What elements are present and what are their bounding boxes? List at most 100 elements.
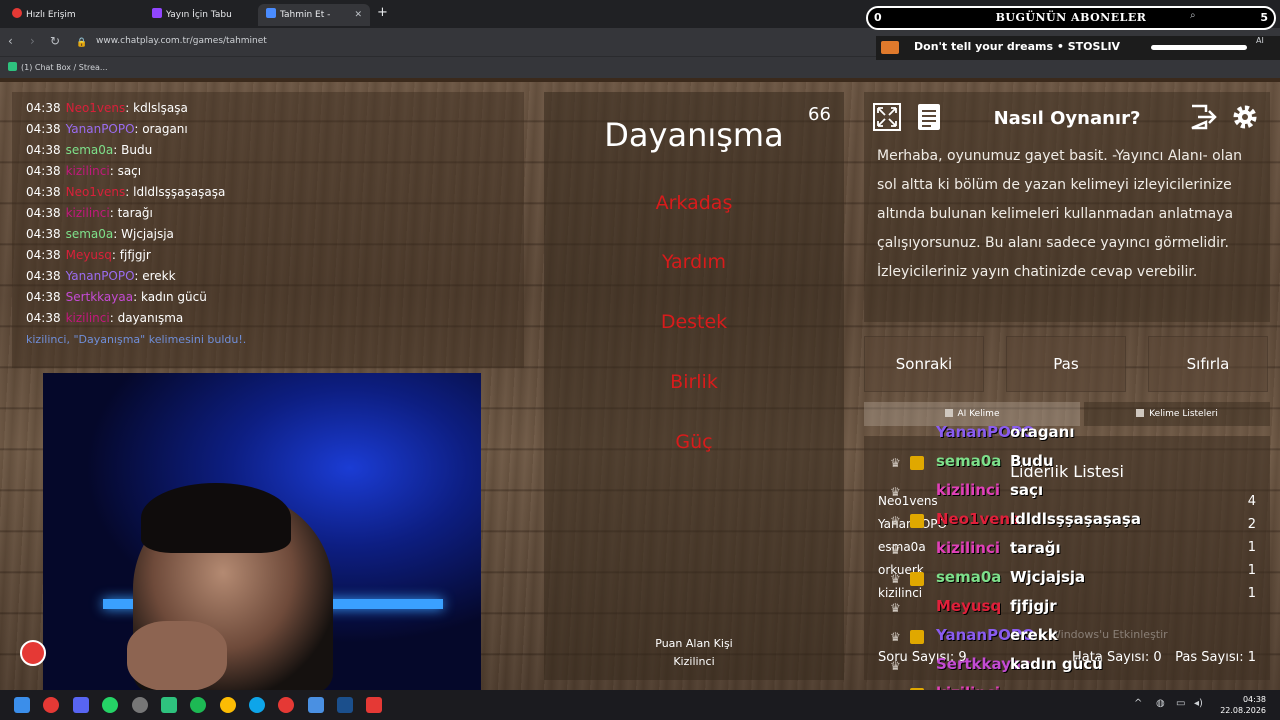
mic-icon[interactable]: ◍ [1156, 698, 1165, 709]
overlay-chat-user: Neo1vens [936, 510, 1020, 528]
tab-chatplay[interactable]: Tahmin Et - ChatPlay ✕ [258, 4, 370, 42]
exit-icon[interactable] [1188, 102, 1218, 132]
activation-watermark: Windows'u Etkinleştir [1050, 628, 1168, 641]
gear-icon[interactable] [1230, 102, 1260, 132]
scorer-label: Puan Alan Kişi [655, 637, 733, 650]
overlay-chat-msg: kadın gücü [1010, 655, 1103, 673]
chat-msg: saçı [117, 164, 142, 178]
new-tab-icon[interactable]: + [377, 6, 388, 20]
overlay-chat-user: sema0a [936, 452, 1002, 470]
crown-outline-icon: ♛ [890, 601, 901, 615]
windows-start-icon[interactable] [14, 697, 30, 713]
overlay-chat-msg: ldldlsşşaşaşaşa [1010, 510, 1141, 528]
tab-tabu[interactable]: Yayın İçin Tabu Oyna [144, 4, 256, 42]
back-icon[interactable]: ‹ [8, 34, 13, 48]
crown-outline-icon: ♛ [890, 485, 901, 499]
overlay-chat-user: sema0a [936, 568, 1002, 586]
now-playing-bar: Don't tell your dreams • STOSLIV [876, 36, 1280, 60]
leaderboard-score: 1 [1247, 540, 1256, 555]
chat-user[interactable]: kizilinci [66, 311, 110, 325]
pass-button[interactable]: Pas [1006, 336, 1126, 392]
tab-quick-access[interactable]: Hızlı Erişim [4, 4, 134, 26]
chat-line: 04:38 sema0a: Wjcjajsja [26, 226, 174, 242]
chat-user[interactable]: YananPOPO [66, 269, 135, 283]
webcam-feed [43, 373, 481, 690]
chat-msg: kadın gücü [140, 290, 207, 304]
bookmark-label: (1) Chat Box / Strea... [21, 63, 108, 72]
overlay-chat-user: kizilinci [936, 539, 1000, 557]
volume-icon[interactable]: ◂) [1194, 698, 1203, 709]
chat-user[interactable]: Sertkkayaa [66, 290, 134, 304]
subs-count-right: 5 [1260, 11, 1268, 24]
overlay-chat-msg: Budu [1010, 452, 1054, 470]
how-to-play-text: Merhaba, oyunumuz gayet basit. -Yayıncı … [877, 148, 1243, 280]
chat-msg: dayanışma [117, 311, 184, 325]
chat-user[interactable]: kizilinci [66, 206, 110, 220]
chat-time: 04:38 [26, 269, 61, 283]
overlay-chat-user: Meyusq [936, 597, 1002, 615]
chat-msg: fjfjgjr [119, 248, 151, 262]
edge-icon[interactable] [249, 697, 265, 713]
overlay-chat-msg: Wjcjajsja [1010, 568, 1086, 586]
streamer-hair [141, 483, 291, 553]
chat-user[interactable]: YananPOPO [66, 122, 135, 136]
youtube-icon[interactable] [366, 697, 382, 713]
ai-tag: AI [1256, 36, 1264, 45]
forward-icon[interactable]: › [30, 34, 35, 48]
opera-icon [12, 8, 22, 18]
reload-icon[interactable]: ↻ [50, 34, 60, 48]
clock[interactable]: 04:38 22.08.2026 [1220, 694, 1266, 716]
subscribers-banner: 0 BUGÜNÜN ABONELER 5 [866, 6, 1276, 30]
tab-label: AI Kelime [957, 409, 1000, 419]
chat-sep: : [109, 311, 118, 325]
chat-sep: : [125, 185, 134, 199]
chat-icon[interactable] [161, 697, 177, 713]
leaderboard-score: 2 [1247, 517, 1256, 532]
tab-word-lists[interactable]: Kelime Listeleri [1084, 402, 1270, 426]
leaderboard-name: kizilinci [878, 586, 923, 600]
chat-user[interactable]: sema0a [66, 143, 114, 157]
explorer-icon[interactable] [308, 697, 324, 713]
next-button[interactable]: Sonraki [864, 336, 984, 392]
record-icon[interactable] [20, 640, 46, 666]
taboo-word: Destek [660, 311, 728, 333]
taboo-word: Yardım [662, 251, 726, 273]
obs-icon[interactable] [132, 697, 148, 713]
chat-sep: : [133, 290, 141, 304]
reset-button[interactable]: Sıfırla [1148, 336, 1268, 392]
bookmark-chatbox[interactable]: (1) Chat Box / Strea... [8, 62, 108, 72]
chat-user[interactable]: sema0a [66, 227, 114, 241]
close-tab-icon[interactable]: ✕ [354, 4, 362, 26]
chat-panel: 04:38 Neo1vens: kdlslşaşa 04:38 YananPOPO: … [12, 92, 524, 368]
discord-icon[interactable] [73, 697, 89, 713]
spotify-icon[interactable] [190, 697, 206, 713]
opera-icon[interactable] [43, 697, 59, 713]
chat-msg: Wjcjajsja [121, 227, 174, 241]
chat-user[interactable]: Meyusq [66, 248, 112, 262]
chevron-up-icon[interactable]: ^ [1134, 698, 1142, 709]
url-field[interactable]: www.chatplay.com.tr/games/tahminet [96, 36, 267, 46]
chat-user[interactable]: Neo1vens [66, 101, 126, 115]
overlay-chat-msg: fjfjgjr [1010, 597, 1057, 615]
crown-badge-icon [910, 630, 924, 644]
subs-title: BUGÜNÜN ABONELER [995, 11, 1147, 24]
yandex-icon[interactable] [278, 697, 294, 713]
chrome-icon[interactable] [220, 697, 236, 713]
crown-badge-icon [910, 456, 924, 470]
chat-sep: : [109, 164, 118, 178]
main-word: Dayanışma [604, 116, 784, 154]
chat-sep: : [113, 143, 122, 157]
found-message: kizilinci, "Dayanışma" kelimesini buldu!… [26, 333, 247, 346]
how-to-play-panel: Nasıl Oynanır? Merhaba, oyunumuz gayet b… [864, 92, 1270, 322]
taskbar: ^ ◍ ▭ ◂) 04:38 22.08.2026 [0, 690, 1280, 720]
taboo-word: Birlik [670, 371, 718, 393]
steam-icon[interactable] [337, 697, 353, 713]
whatsapp-icon[interactable] [102, 697, 118, 713]
chat-user[interactable]: kizilinci [66, 164, 110, 178]
chat-msg: tarağı [117, 206, 153, 220]
taboo-word: Güç [675, 431, 713, 453]
chat-time: 04:38 [26, 227, 61, 241]
chat-user[interactable]: Neo1vens [66, 185, 126, 199]
search-icon[interactable]: ⌕ [1190, 10, 1196, 21]
network-icon[interactable]: ▭ [1176, 698, 1185, 709]
